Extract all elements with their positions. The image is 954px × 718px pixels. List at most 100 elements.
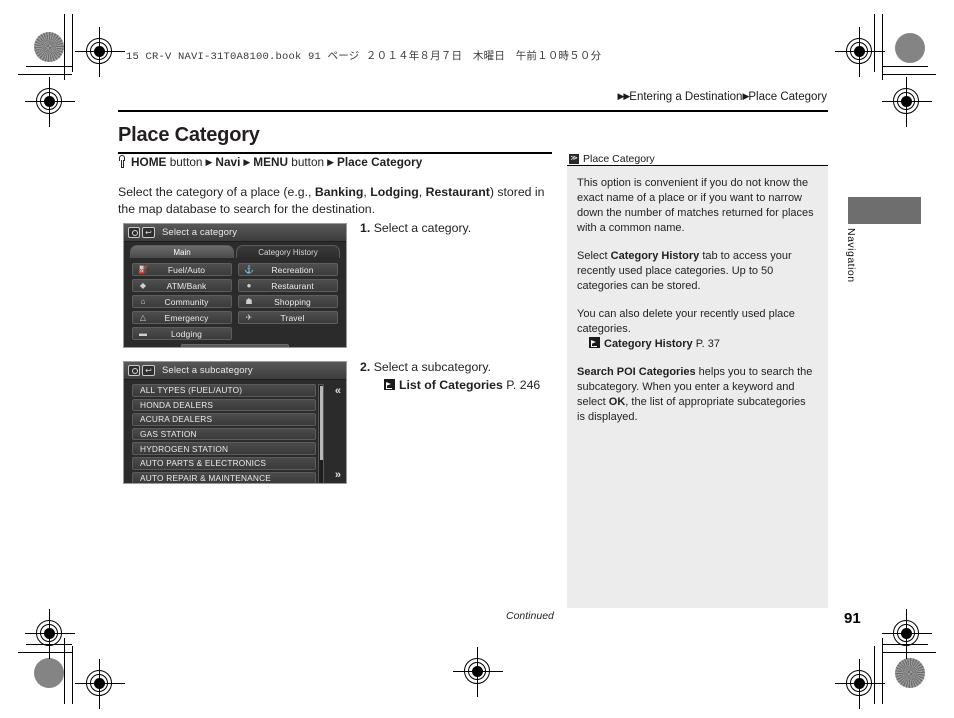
scroll-down-icon[interactable]: » xyxy=(335,470,341,481)
category-item-shopping[interactable]: ☗ Shopping xyxy=(238,295,338,308)
sidebar-p4-bold-ok: OK xyxy=(608,396,626,408)
double-chevron-icon: ≫ xyxy=(569,153,579,164)
breadcrumb-word-button-2: button xyxy=(291,155,325,169)
trim-mark xyxy=(882,66,928,67)
tab-category-history-label: Category History xyxy=(258,247,318,257)
list-item[interactable]: AUTO REPAIR & MAINTENANCE xyxy=(132,471,316,483)
scroll-up-icon[interactable]: « xyxy=(335,386,341,397)
page-number: 91 xyxy=(844,610,861,627)
sidebar-p2-lead: Select xyxy=(577,250,611,262)
category-item-restaurant[interactable]: ● Restaurant xyxy=(238,279,338,292)
map-icon[interactable] xyxy=(128,365,140,376)
list-item-label: AUTO REPAIR & MAINTENANCE xyxy=(140,472,272,483)
category-item-recreation[interactable]: ⚓ Recreation xyxy=(238,263,338,276)
list-item-label: GAS STATION xyxy=(140,429,197,440)
trim-mark xyxy=(72,646,73,704)
scrollbar[interactable] xyxy=(318,384,324,483)
list-item[interactable]: HYDROGEN STATION xyxy=(132,442,316,455)
registration-target xyxy=(453,647,503,697)
breadcrumb-navi: Navi xyxy=(215,155,241,169)
list-item-label: ACURA DEALERS xyxy=(140,414,213,425)
sidebar-crossref-page: P. 37 xyxy=(695,338,720,350)
category-grid: ⛽ Fuel/Auto ⚓ Recreation ◆ ATM/Bank ● Restau… xyxy=(124,258,346,340)
header-rule xyxy=(118,110,828,112)
trim-mark xyxy=(874,646,875,704)
category-item-emergency[interactable]: △ Emergency xyxy=(132,311,232,324)
category-grid-spacer xyxy=(238,327,338,340)
nav-screen-title: Select a subcategory xyxy=(162,365,253,376)
nav-titlebar: ↩ Select a subcategory xyxy=(124,362,346,380)
sidebar-p4-bold: Search POI Categories xyxy=(577,366,696,378)
registration-blob xyxy=(895,658,925,688)
step-1: 1. Select a category. xyxy=(360,220,471,237)
step-2-number: 2. xyxy=(360,360,371,374)
tab-main[interactable]: Main xyxy=(130,245,234,258)
nav-screen-title: Select a category xyxy=(162,227,238,238)
list-item-label: HONDA DEALERS xyxy=(140,399,214,410)
running-head: ▶▶Entering a Destination▶Place Category xyxy=(617,91,827,103)
registration-target xyxy=(882,609,932,659)
category-item-travel[interactable]: ✈ Travel xyxy=(238,311,338,324)
sidebar-note-header: ≫ Place Category xyxy=(567,152,828,166)
intro-example-lodging: Lodging xyxy=(370,185,419,199)
registration-target xyxy=(25,77,75,127)
trim-mark xyxy=(882,74,936,75)
category-item-fuel-auto[interactable]: ⛽ Fuel/Auto xyxy=(132,263,232,276)
restaurant-icon: ● xyxy=(246,280,252,290)
running-head-title: Place Category xyxy=(748,91,827,103)
subcategory-list: ALL TYPES (FUEL/AUTO) HONDA DEALERS ACUR… xyxy=(124,380,346,483)
bed-icon: ▬ xyxy=(139,328,147,338)
tab-main-label: Main xyxy=(173,247,191,257)
sidebar-note-title: Place Category xyxy=(583,152,655,165)
sidebar-crossref: Category History P. 37 xyxy=(577,337,815,352)
tab-category-history[interactable]: Category History xyxy=(236,245,340,258)
recreation-icon: ⚓ xyxy=(244,264,254,274)
fuel-pump-icon: ⛽ xyxy=(138,264,148,274)
registration-target xyxy=(835,27,885,77)
running-head-section: Entering a Destination xyxy=(629,91,743,103)
step-2-crossref: List of Categories P. 246 xyxy=(360,377,540,394)
map-icon[interactable] xyxy=(128,227,140,238)
trim-mark xyxy=(64,14,65,80)
list-item[interactable]: GAS STATION xyxy=(132,427,316,441)
search-poi-categories-button[interactable]: Search POI Categories xyxy=(181,344,289,347)
nav-screenshot-subcategory: ↩ Select a subcategory ALL TYPES (FUEL/A… xyxy=(123,361,347,484)
trim-mark xyxy=(874,14,875,72)
crossref-arrow-icon xyxy=(384,379,395,390)
triangle-icon: ▶ xyxy=(327,156,335,167)
money-icon: ◆ xyxy=(139,280,147,290)
trim-mark xyxy=(882,638,883,704)
back-icon[interactable]: ↩ xyxy=(142,227,155,238)
category-item-atm-bank[interactable]: ◆ ATM/Bank xyxy=(132,279,232,292)
trim-mark xyxy=(882,652,936,653)
continued-label: Continued xyxy=(506,610,554,622)
step-1-number: 1. xyxy=(360,221,371,235)
list-item[interactable]: AUTO PARTS & ELECTRONICS xyxy=(132,456,316,470)
list-item[interactable]: ALL TYPES (FUEL/AUTO) xyxy=(132,384,316,397)
step-1-text: Select a category. xyxy=(373,221,472,235)
sidebar-paragraph-1: This option is convenient if you do not … xyxy=(577,177,814,234)
scrollbar-thumb[interactable] xyxy=(320,386,323,460)
title-rule xyxy=(118,152,552,154)
category-label: Recreation xyxy=(271,264,314,275)
breadcrumb-word-button: button xyxy=(169,155,203,169)
registration-blob xyxy=(34,658,64,688)
sidebar-paragraph-3: You can also delete your recently used p… xyxy=(577,307,815,352)
category-item-community[interactable]: ⌂ Community xyxy=(132,295,232,308)
list-item[interactable]: ACURA DEALERS xyxy=(132,413,316,426)
back-icon[interactable]: ↩ xyxy=(142,365,155,376)
category-label: Fuel/Auto xyxy=(167,264,206,275)
intro-example-banking: Banking xyxy=(314,185,364,199)
registration-target xyxy=(25,609,75,659)
breadcrumb-target: Place Category xyxy=(337,155,423,169)
triangle-icon: ▶ xyxy=(205,156,213,167)
sidebar-p3-text: You can also delete your recently used p… xyxy=(577,308,795,335)
list-item[interactable]: HONDA DEALERS xyxy=(132,398,316,412)
intro-sep: , xyxy=(418,185,426,199)
registration-blob xyxy=(895,33,925,63)
sidebar-paragraph-4: Search POI Categories helps you to searc… xyxy=(577,365,815,425)
trim-mark xyxy=(882,14,883,80)
sidebar-paragraph-2: Select Category History tab to access yo… xyxy=(577,249,815,294)
category-item-lodging[interactable]: ▬ Lodging xyxy=(132,327,232,340)
breadcrumb-menu: MENU xyxy=(253,155,288,169)
